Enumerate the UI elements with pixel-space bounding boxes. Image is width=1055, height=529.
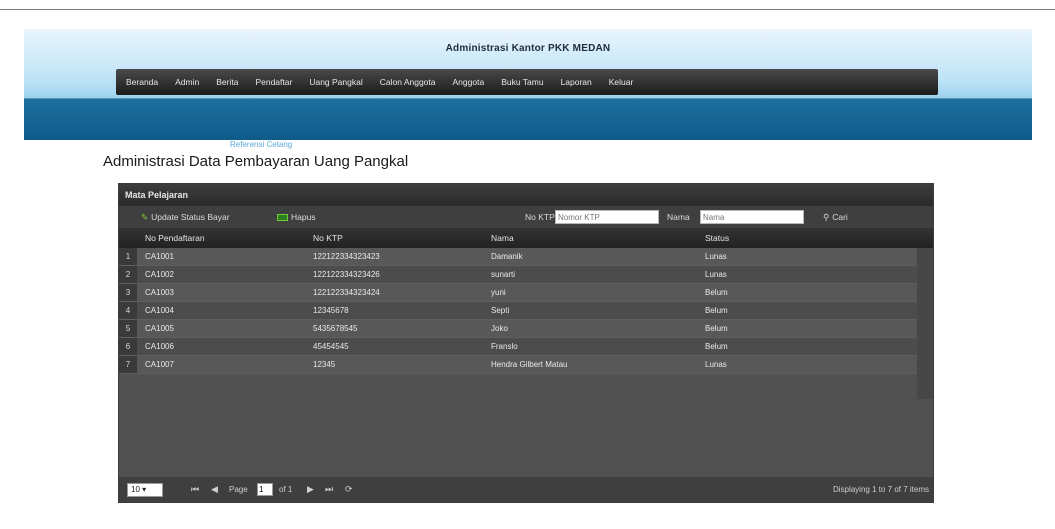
page-label: Page bbox=[229, 485, 248, 494]
cell-nama: Septi bbox=[491, 306, 510, 315]
cell-nama: Joko bbox=[491, 324, 508, 333]
cell-status: Belum bbox=[705, 324, 728, 333]
next-page-button[interactable]: ▶ bbox=[307, 484, 314, 495]
cell-status: Lunas bbox=[705, 252, 727, 261]
grid-pager: 10 ▾ ⏮ ◀ Page of 1 ▶ ⏭ ⟳ Displaying 1 to… bbox=[119, 477, 933, 502]
cell-no-ktp: 122122334323424 bbox=[313, 288, 380, 297]
grid-toolbar: ✎Update Status Bayar Hapus No KTP Nama ⚲… bbox=[119, 206, 933, 228]
menu-uang-pangkal[interactable]: Uang Pangkal bbox=[309, 77, 362, 87]
row-number: 2 bbox=[119, 266, 137, 283]
row-number: 3 bbox=[119, 284, 137, 301]
row-number: 4 bbox=[119, 302, 137, 319]
table-row[interactable]: 6 CA1006 45454545 Franslo Belum bbox=[119, 338, 917, 356]
cell-nama: yuni bbox=[491, 288, 506, 297]
nama-label: Nama bbox=[667, 212, 690, 222]
pencil-icon: ✎ bbox=[141, 212, 149, 222]
row-number: 1 bbox=[119, 248, 137, 265]
page-number-input[interactable] bbox=[257, 483, 273, 496]
row-number: 7 bbox=[119, 356, 137, 373]
noktp-input[interactable] bbox=[555, 210, 659, 224]
cell-nama: Hendra Gilbert Matau bbox=[491, 360, 568, 369]
menu-keluar[interactable]: Keluar bbox=[609, 77, 634, 87]
grid-title: Mata Pelajaran bbox=[119, 184, 933, 206]
menu-calon-anggota[interactable]: Calon Anggota bbox=[380, 77, 436, 87]
table-row[interactable]: 2 CA1002 122122334323426 sunarti Lunas bbox=[119, 266, 917, 284]
col-nama[interactable]: Nama bbox=[491, 233, 514, 243]
menu-laporan[interactable]: Laporan bbox=[561, 77, 592, 87]
cell-no-pendaftaran: CA1001 bbox=[145, 252, 174, 261]
cell-no-pendaftaran: CA1003 bbox=[145, 288, 174, 297]
page-count-label: of 1 bbox=[279, 485, 293, 494]
row-number: 5 bbox=[119, 320, 137, 337]
vertical-scrollbar[interactable] bbox=[917, 248, 933, 399]
noktp-label: No KTP bbox=[525, 212, 555, 222]
cell-nama: Damanik bbox=[491, 252, 523, 261]
table-row[interactable]: 4 CA1004 12345678 Septi Belum bbox=[119, 302, 917, 320]
cell-no-pendaftaran: CA1002 bbox=[145, 270, 174, 279]
menu-anggota[interactable]: Anggota bbox=[453, 77, 485, 87]
menu-berita[interactable]: Berita bbox=[216, 77, 238, 87]
payment-grid: Mata Pelajaran ✎ Update Status Bayar Hapu… bbox=[118, 183, 934, 503]
table-row[interactable]: 5 CA1005 5435678545 Joko Belum bbox=[119, 320, 917, 338]
cell-no-ktp: 45454545 bbox=[313, 342, 349, 351]
cell-status: Belum bbox=[705, 306, 728, 315]
menu-pendaftar[interactable]: Pendaftar bbox=[255, 77, 292, 87]
search-icon: ⚲ bbox=[823, 212, 830, 222]
page-size-select[interactable]: 10 ▾ bbox=[127, 483, 163, 497]
cell-nama: sunarti bbox=[491, 270, 516, 279]
page-title: Administrasi Data Pembayaran Uang Pangka… bbox=[103, 153, 409, 170]
table-row[interactable]: 1 CA1001 122122334323423 Damanik Lunas bbox=[119, 248, 917, 266]
cell-status: Belum bbox=[705, 288, 728, 297]
first-page-button[interactable]: ⏮ bbox=[191, 484, 199, 495]
minus-icon bbox=[277, 214, 288, 222]
app-title: Administrasi Kantor PKK MEDAN bbox=[445, 43, 611, 54]
table-row[interactable]: 7 CA1007 12345 Hendra Gilbert Matau Luna… bbox=[119, 356, 917, 374]
cell-no-pendaftaran: CA1005 bbox=[145, 324, 174, 333]
nama-input[interactable] bbox=[700, 210, 804, 224]
cell-nama: Franslo bbox=[491, 342, 518, 351]
prev-page-button[interactable]: ◀ bbox=[211, 484, 218, 495]
menu-buku-tamu[interactable]: Buku Tamu bbox=[501, 77, 543, 87]
last-page-button[interactable]: ⏭ bbox=[325, 484, 333, 495]
pager-info: Displaying 1 to 7 of 7 items bbox=[832, 485, 929, 494]
menu-admin[interactable]: Admin bbox=[175, 77, 199, 87]
search-button[interactable]: ⚲ Cari bbox=[823, 212, 848, 223]
menu-beranda[interactable]: Beranda bbox=[126, 77, 158, 87]
table-row[interactable]: 3 CA1003 122122334323424 yuni Belum bbox=[119, 284, 917, 302]
app-header: Administrasi Kantor PKK MEDAN Beranda Ad… bbox=[24, 29, 1032, 149]
row-number: 6 bbox=[119, 338, 137, 355]
cell-no-ktp: 12345 bbox=[313, 360, 336, 369]
cell-no-ktp: 12345678 bbox=[313, 306, 349, 315]
col-no-ktp[interactable]: No KTP bbox=[313, 233, 343, 243]
refresh-icon[interactable]: ⟳ bbox=[345, 484, 353, 495]
cell-status: Lunas bbox=[705, 360, 727, 369]
cell-no-ktp: 122122334323423 bbox=[313, 252, 380, 261]
col-status[interactable]: Status bbox=[705, 233, 729, 243]
cell-no-pendaftaran: CA1007 bbox=[145, 360, 174, 369]
top-divider bbox=[0, 9, 1055, 10]
main-menu: Beranda Admin Berita Pendaftar Uang Pang… bbox=[116, 69, 938, 95]
cell-no-ktp: 122122334323426 bbox=[313, 270, 380, 279]
cell-no-pendaftaran: CA1006 bbox=[145, 342, 174, 351]
cell-status: Belum bbox=[705, 342, 728, 351]
grid-header-row: No Pendaftaran No KTP Nama Status bbox=[119, 228, 933, 248]
cell-no-pendaftaran: CA1004 bbox=[145, 306, 174, 315]
cell-no-ktp: 5435678545 bbox=[313, 324, 358, 333]
update-status-button[interactable]: ✎ Update Status Bayar bbox=[141, 212, 230, 223]
subnav-link[interactable]: Referensi Cetang bbox=[230, 140, 292, 149]
col-no-pendaftaran[interactable]: No Pendaftaran bbox=[145, 233, 205, 243]
cell-status: Lunas bbox=[705, 270, 727, 279]
delete-button[interactable]: Hapus bbox=[277, 212, 316, 222]
